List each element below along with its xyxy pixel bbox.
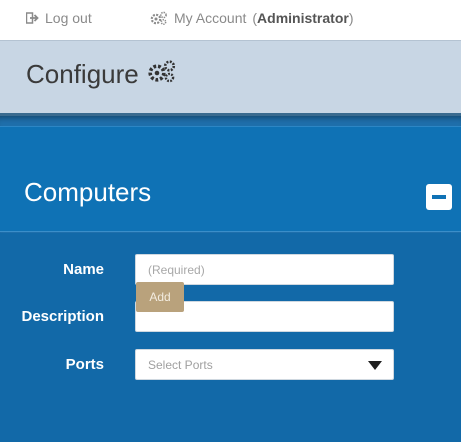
ports-label: Ports — [65, 356, 104, 373]
ports-select[interactable]: Select Ports — [135, 349, 394, 380]
panel-header: Computers — [0, 126, 461, 232]
panel-title: Computers — [24, 177, 152, 207]
logout-icon — [26, 12, 39, 24]
description-label: Description — [21, 308, 104, 325]
logout-label: Log out — [45, 10, 92, 26]
my-account-link[interactable]: My Account (Administrator) — [150, 10, 354, 26]
caret-down-icon — [368, 361, 382, 370]
gears-icon — [147, 59, 177, 90]
top-bar: Log out My Account (Administrator) — [0, 0, 461, 40]
gears-icon — [150, 11, 168, 25]
logout-link[interactable]: Log out — [26, 10, 92, 26]
ports-select-placeholder: Select Ports — [148, 357, 213, 372]
add-button[interactable]: Add — [136, 282, 184, 312]
name-row: Name — [0, 254, 461, 286]
name-label: Name — [63, 261, 104, 278]
description-row: Description — [0, 301, 461, 333]
page-title: Configure — [26, 59, 177, 90]
ports-row: Ports Select Ports — [0, 349, 461, 381]
configure-title-text: Configure — [26, 59, 139, 89]
name-input[interactable] — [135, 254, 394, 285]
computers-panel: Computers Name Description Ports Select … — [0, 116, 461, 442]
configure-header: Configure — [0, 40, 461, 116]
my-account-label: My Account — [174, 10, 247, 26]
account-role: (Administrator) — [252, 10, 354, 26]
collapse-button[interactable] — [426, 184, 452, 210]
computer-form: Name Description Ports Select Ports — [0, 233, 461, 442]
